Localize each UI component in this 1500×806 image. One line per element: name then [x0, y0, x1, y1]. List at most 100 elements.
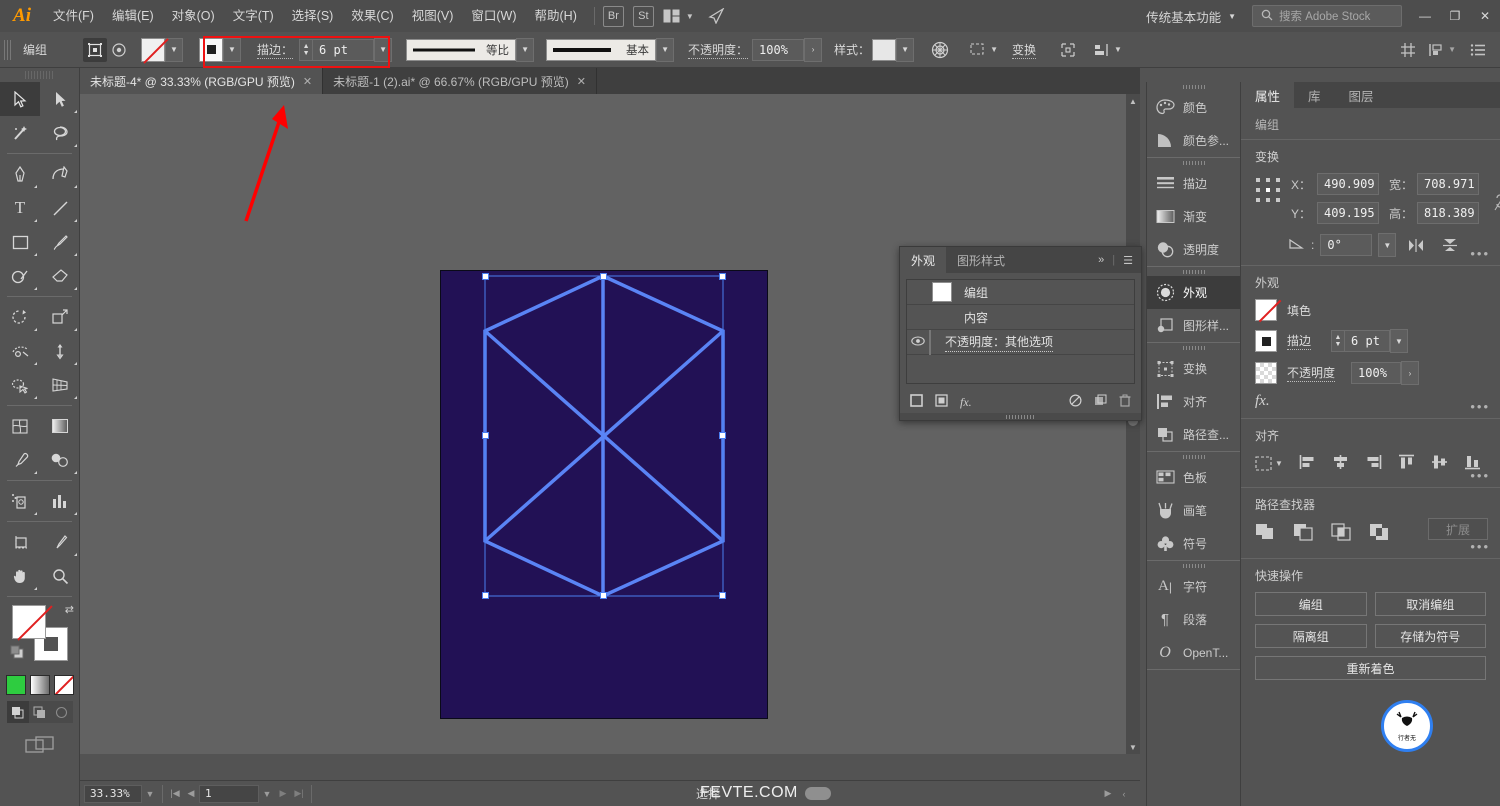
stroke-color-control[interactable]: ▼ — [199, 37, 242, 62]
tab-graphic-styles[interactable]: 图形样式 — [946, 247, 1016, 273]
dock-item-pathfinder[interactable]: 路径查... — [1147, 418, 1240, 451]
delete-item-icon[interactable] — [1119, 394, 1131, 410]
dock-item-stroke[interactable]: 描边 — [1147, 167, 1240, 200]
select-bounding-box-icon[interactable] — [83, 37, 108, 62]
color-button[interactable] — [5, 675, 26, 695]
menu-view[interactable]: 视图(V) — [403, 0, 463, 32]
shape-builder-tool[interactable] — [0, 368, 40, 402]
variable-width-profile-value[interactable]: 等比 — [406, 38, 517, 61]
opacity-input[interactable]: 100% — [1351, 362, 1402, 384]
selection-handle[interactable] — [719, 592, 726, 599]
dock-item-transparency[interactable]: 透明度 — [1147, 233, 1240, 266]
scroll-up-icon[interactable]: ▲ — [1126, 94, 1140, 108]
transform-more-options[interactable]: ••• — [1470, 246, 1490, 261]
opacity-expand-arrow[interactable]: › — [1401, 361, 1420, 385]
y-input[interactable]: 409.195 — [1317, 202, 1379, 224]
reference-point-selector[interactable] — [1255, 177, 1281, 206]
workspace-switcher[interactable]: 传统基本功能 ▼ — [1138, 7, 1244, 26]
dock-item-align[interactable]: 对齐 — [1147, 385, 1240, 418]
artboard-number-input[interactable]: 1 — [199, 784, 259, 803]
menu-select[interactable]: 选择(S) — [283, 0, 343, 32]
align-center-v-icon[interactable] — [1431, 454, 1448, 473]
add-fx-icon[interactable]: fx. — [1255, 393, 1486, 410]
transform-button[interactable]: 变换 — [1011, 41, 1036, 59]
minus-front-icon[interactable] — [1293, 523, 1313, 544]
fill-color-indicator[interactable] — [12, 605, 46, 639]
appearance-row-label[interactable]: 不透明度：其他选项 — [945, 333, 1054, 352]
screen-mode-icon[interactable] — [0, 735, 79, 755]
scale-tool[interactable] — [40, 300, 80, 334]
x-input[interactable]: 490.909 — [1317, 173, 1379, 195]
direct-selection-tool[interactable] — [40, 82, 80, 116]
menu-file[interactable]: 文件(F) — [44, 0, 103, 32]
fill-color-control[interactable]: ▼ — [141, 37, 184, 62]
align-right-icon[interactable] — [1365, 454, 1382, 473]
stroke-weight-label[interactable]: 描边： — [257, 41, 294, 59]
stroke-swatch[interactable] — [1255, 330, 1277, 352]
menu-type[interactable]: 文字(T) — [224, 0, 283, 32]
expand-panels-icon[interactable]: » — [1098, 254, 1104, 266]
style-dropdown-arrow[interactable]: ▼ — [896, 37, 915, 62]
fill-swatch[interactable] — [1255, 299, 1277, 321]
close-icon[interactable]: ✕ — [577, 75, 586, 88]
dock-item-opentype[interactable]: O OpenT... — [1147, 636, 1240, 669]
width-input[interactable]: 708.971 — [1417, 173, 1479, 195]
none-button[interactable] — [53, 675, 74, 695]
status-menu-arrow[interactable]: ▶ — [1100, 784, 1116, 804]
pen-tool[interactable] — [0, 157, 40, 191]
zoom-level-input[interactable]: 33.33% — [84, 784, 142, 803]
appearance-more-options[interactable]: ••• — [1470, 399, 1490, 414]
window-maximize-button[interactable]: ❐ — [1440, 0, 1470, 32]
opacity-row[interactable]: 不透明度 100% › — [1255, 361, 1486, 385]
recolor-artwork-icon[interactable] — [928, 38, 952, 62]
draw-inside-icon[interactable] — [50, 701, 73, 723]
height-input[interactable]: 818.389 — [1417, 202, 1479, 224]
isolate-group-button[interactable]: 隔离组 — [1255, 624, 1367, 648]
flip-vertical-icon[interactable] — [1436, 237, 1464, 253]
rectangle-tool[interactable] — [0, 225, 40, 259]
window-minimize-button[interactable]: — — [1410, 0, 1440, 32]
dock-item-transform[interactable]: 变换 — [1147, 352, 1240, 385]
selection-handle[interactable] — [719, 432, 726, 439]
align-center-h-icon[interactable] — [1332, 454, 1349, 473]
artboard[interactable] — [440, 270, 768, 719]
align-more-options[interactable]: ••• — [1470, 468, 1490, 483]
align-left-icon[interactable] — [1299, 454, 1316, 473]
brush-definition-arrow[interactable]: ▼ — [656, 37, 675, 62]
pathfinder-more-options[interactable]: ••• — [1470, 539, 1490, 554]
layers-list-icon[interactable] — [1466, 38, 1490, 62]
dock-grip[interactable] — [1147, 452, 1240, 461]
panel-menu-icon[interactable]: ☰ — [1123, 254, 1133, 267]
dock-item-gradient[interactable]: 渐变 — [1147, 200, 1240, 233]
fill-dropdown-arrow[interactable]: ▼ — [165, 37, 184, 62]
last-page-icon[interactable]: ▶| — [291, 784, 307, 804]
arrange-arrow[interactable]: ▼ — [1448, 45, 1456, 54]
add-new-stroke-icon[interactable] — [910, 394, 923, 410]
arrange-control[interactable]: ▼ — [1424, 38, 1456, 62]
selection-tool[interactable] — [0, 82, 40, 116]
group-swatch[interactable] — [932, 282, 952, 302]
appearance-row-group[interactable]: 编组 — [907, 280, 1134, 305]
selection-handle[interactable] — [719, 273, 726, 280]
ungroup-button[interactable]: 取消编组 — [1374, 592, 1486, 616]
stock-icon[interactable]: St — [632, 5, 654, 27]
stroke-weight-stepper[interactable]: ▲ ▼ — [1331, 330, 1345, 352]
rotation-dropdown-arrow[interactable]: ▼ — [1378, 233, 1397, 257]
select-similar-control[interactable]: ▼ — [966, 38, 998, 62]
variable-width-profile-control[interactable]: 等比 ▼ — [406, 37, 535, 62]
opacity-swatch[interactable] — [1255, 362, 1277, 384]
selection-handle[interactable] — [482, 273, 489, 280]
opacity-control[interactable]: 100% › — [752, 37, 823, 62]
save-as-symbol-button[interactable]: 存储为符号 — [1374, 624, 1486, 648]
document-tab-1[interactable]: 未标题-4* @ 33.33% (RGB/GPU 预览) ✕ — [80, 68, 324, 94]
line-segment-tool[interactable] — [40, 191, 80, 225]
paintbrush-tool[interactable] — [40, 225, 80, 259]
perspective-grid-tool[interactable] — [40, 368, 80, 402]
intersect-icon[interactable] — [1331, 523, 1351, 544]
stroke-weight-dropdown-arrow[interactable]: ▼ — [1390, 329, 1409, 353]
appearance-floating-panel[interactable]: 外观 图形样式 » | ☰ 编组 内容 不透明度：其他选项 fx. — [899, 246, 1142, 421]
stroke-weight-stepper[interactable]: ▲ ▼ — [299, 38, 313, 61]
free-transform-tool[interactable] — [40, 334, 80, 368]
flip-horizontal-icon[interactable] — [1402, 238, 1430, 253]
window-close-button[interactable]: ✕ — [1470, 0, 1500, 32]
